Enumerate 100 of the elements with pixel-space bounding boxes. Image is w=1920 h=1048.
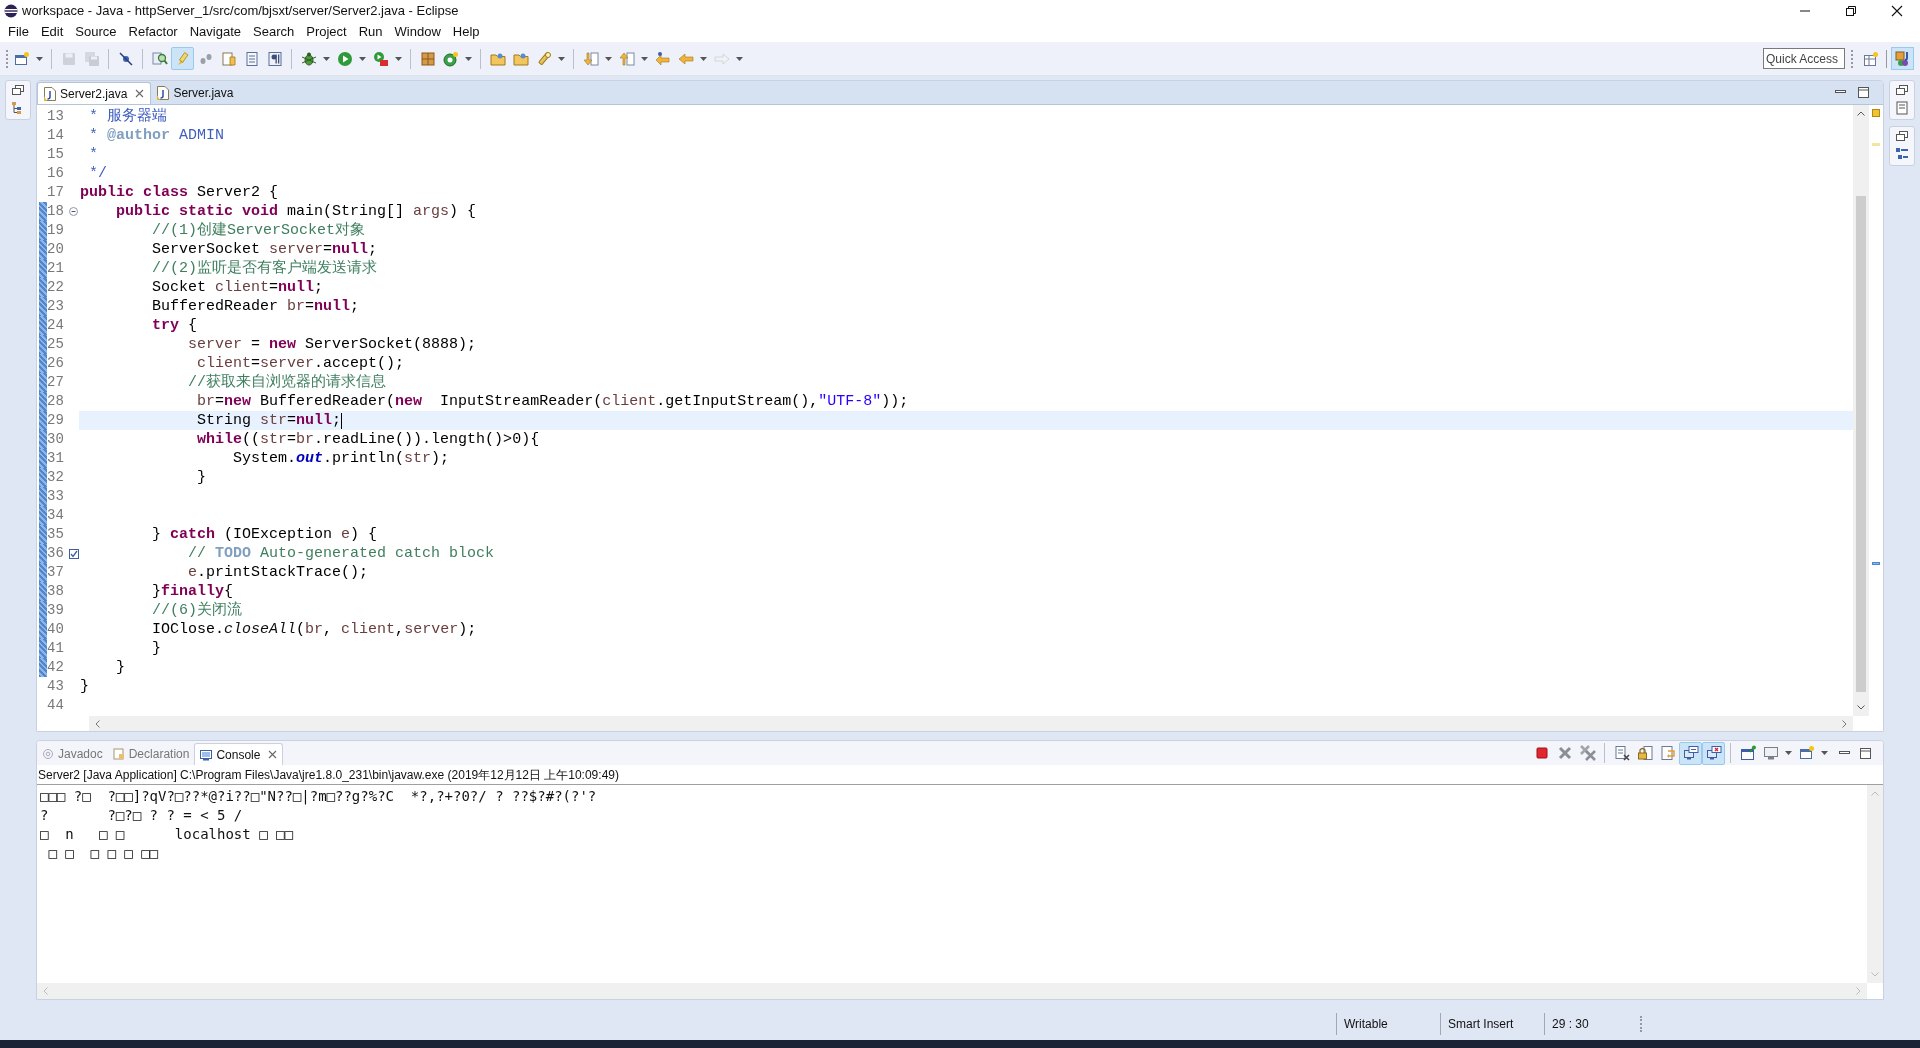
line-number: 16 bbox=[47, 164, 64, 183]
monitor-message-icon bbox=[1682, 745, 1699, 761]
line-number: 29 bbox=[47, 411, 64, 430]
menu-item[interactable]: Search bbox=[247, 22, 301, 42]
toolbar-button[interactable] bbox=[1702, 741, 1725, 765]
new-window-icon bbox=[13, 50, 30, 67]
code-line: * bbox=[88, 145, 98, 164]
menu-item[interactable]: Project bbox=[300, 22, 353, 42]
code-line: ServerSocket server=null; bbox=[151, 240, 378, 259]
menu-item[interactable]: Edit bbox=[34, 22, 70, 42]
dropdown-caret-icon[interactable] bbox=[394, 55, 403, 62]
console-output-line: □□□ ?□ ?□□]?qV?□??*@?i??□"N??□|?m□??g?%?C *?,?+?0?/ ? ??$?#?(?'? bbox=[40, 787, 597, 806]
page-icon[interactable] bbox=[1895, 101, 1909, 115]
code-line: server = new ServerSocket(8888); bbox=[187, 335, 477, 354]
code-line: // TODO Auto-generated catch block bbox=[187, 544, 495, 563]
horizontal-scrollbar[interactable] bbox=[89, 716, 1853, 731]
eclipse-logo-icon bbox=[4, 4, 18, 18]
maximize-icon[interactable] bbox=[1860, 747, 1871, 759]
dropdown-caret-icon[interactable] bbox=[1820, 750, 1829, 756]
double-x-icon bbox=[1579, 745, 1596, 761]
line-number: 42 bbox=[47, 658, 64, 677]
scroll-right-icon[interactable] bbox=[1842, 719, 1847, 728]
view-tab[interactable]: Console bbox=[194, 743, 284, 765]
dropdown-caret-icon[interactable] bbox=[322, 55, 331, 62]
line-number: 20 bbox=[47, 240, 64, 259]
code-line: while((str=br.readLine()).length()>0){ bbox=[196, 430, 540, 449]
wrap-icon bbox=[1659, 745, 1676, 761]
dropdown-caret-icon[interactable] bbox=[604, 55, 613, 62]
menu-item[interactable]: Source bbox=[69, 22, 123, 42]
dropdown-caret-icon[interactable] bbox=[464, 55, 473, 62]
dropdown-caret-icon[interactable] bbox=[557, 55, 566, 62]
console-output-line: □ □ □ □ □ □□ bbox=[47, 844, 158, 863]
stop-icon bbox=[1533, 745, 1550, 761]
code-line: } bbox=[80, 677, 89, 696]
line-number: 21 bbox=[47, 259, 64, 278]
menu-item[interactable]: File bbox=[2, 22, 35, 42]
line-number: 18 bbox=[47, 202, 64, 221]
restore-icon[interactable] bbox=[1896, 131, 1908, 141]
line-number: 27 bbox=[47, 373, 64, 392]
code-line: e.printStackTrace(); bbox=[187, 563, 369, 582]
dropdown-caret-icon[interactable] bbox=[699, 55, 708, 62]
arrow-left-icon bbox=[654, 50, 671, 67]
line-number: 26 bbox=[47, 354, 64, 373]
code-line: //获取来自浏览器的请求信息 bbox=[187, 373, 387, 392]
quick-access-field[interactable]: Quick Access bbox=[1763, 48, 1845, 69]
menu-item[interactable]: Help bbox=[446, 22, 486, 42]
view-tab[interactable]: Javadoc bbox=[37, 743, 108, 765]
perspective-button[interactable] bbox=[1891, 47, 1914, 70]
vertical-scrollbar[interactable] bbox=[1853, 105, 1869, 716]
restore-icon[interactable] bbox=[1896, 85, 1908, 95]
code-line: String str=null; bbox=[196, 411, 342, 430]
code-line: */ bbox=[88, 164, 107, 183]
collapse-icon[interactable] bbox=[69, 207, 78, 216]
close-icon[interactable] bbox=[1891, 5, 1903, 17]
menu-item[interactable]: Window bbox=[388, 22, 447, 42]
menu-item[interactable]: Refactor bbox=[122, 22, 184, 42]
play-icon bbox=[336, 50, 353, 67]
editor-tab[interactable]: Server.java bbox=[151, 82, 240, 104]
restore-icon[interactable] bbox=[12, 85, 24, 95]
toolbar-button[interactable] bbox=[1679, 741, 1702, 765]
scroll-left-icon[interactable] bbox=[95, 719, 100, 728]
java-file-icon bbox=[44, 86, 56, 101]
line-number: 25 bbox=[47, 335, 64, 354]
page-icon bbox=[243, 50, 260, 67]
code-line: Socket client=null; bbox=[151, 278, 324, 297]
lock-icon bbox=[1636, 745, 1653, 761]
console-description: Server2 [Java Application] C:\Program Files\Java\jre1.8.0_231\bin\javaw.exe (2019年12月12日 上午10:09:49) bbox=[38, 766, 619, 784]
console-output-line: □ n □ □ localhost □ □□ bbox=[40, 825, 293, 844]
dropdown-caret-icon[interactable] bbox=[35, 55, 44, 62]
dropdown-caret-icon[interactable] bbox=[1784, 750, 1793, 756]
magnifier-icon bbox=[151, 50, 168, 67]
task-icon bbox=[69, 548, 79, 559]
code-line: } bbox=[151, 639, 161, 658]
bug-icon bbox=[300, 50, 317, 67]
dropdown-caret-icon[interactable] bbox=[358, 55, 367, 62]
line-number: 44 bbox=[47, 696, 64, 715]
menu-item[interactable]: Navigate bbox=[183, 22, 247, 42]
view-tab[interactable]: Declaration bbox=[107, 743, 195, 765]
monitor-error-icon bbox=[1705, 745, 1722, 761]
code-line: try { bbox=[151, 316, 198, 335]
code-line: } catch (IOException e) { bbox=[151, 525, 378, 544]
code-line: } bbox=[196, 468, 207, 487]
window-pin-icon bbox=[1739, 745, 1756, 761]
line-number: 22 bbox=[47, 278, 64, 297]
code-line: public class Server2 { bbox=[80, 183, 279, 202]
outline-list-icon[interactable] bbox=[1895, 147, 1909, 161]
line-number: 43 bbox=[47, 677, 64, 696]
scroll-thumb[interactable] bbox=[1856, 196, 1866, 692]
scroll-up-icon[interactable] bbox=[1857, 111, 1865, 116]
text-cursor bbox=[341, 412, 343, 429]
scroll-down-icon[interactable] bbox=[1857, 705, 1865, 710]
editor-tab[interactable]: Server2.java bbox=[37, 82, 152, 104]
dropdown-caret-icon[interactable] bbox=[640, 55, 649, 62]
code-line: * @author ADMIN bbox=[88, 126, 225, 145]
maximize-icon[interactable] bbox=[1858, 87, 1869, 98]
arrow-down-icon bbox=[582, 50, 599, 67]
menu-item[interactable]: Run bbox=[352, 22, 389, 42]
line-number: 15 bbox=[47, 145, 64, 164]
restore-icon[interactable] bbox=[1845, 5, 1857, 17]
code-line: public static void main(String[] args) { bbox=[115, 202, 477, 221]
